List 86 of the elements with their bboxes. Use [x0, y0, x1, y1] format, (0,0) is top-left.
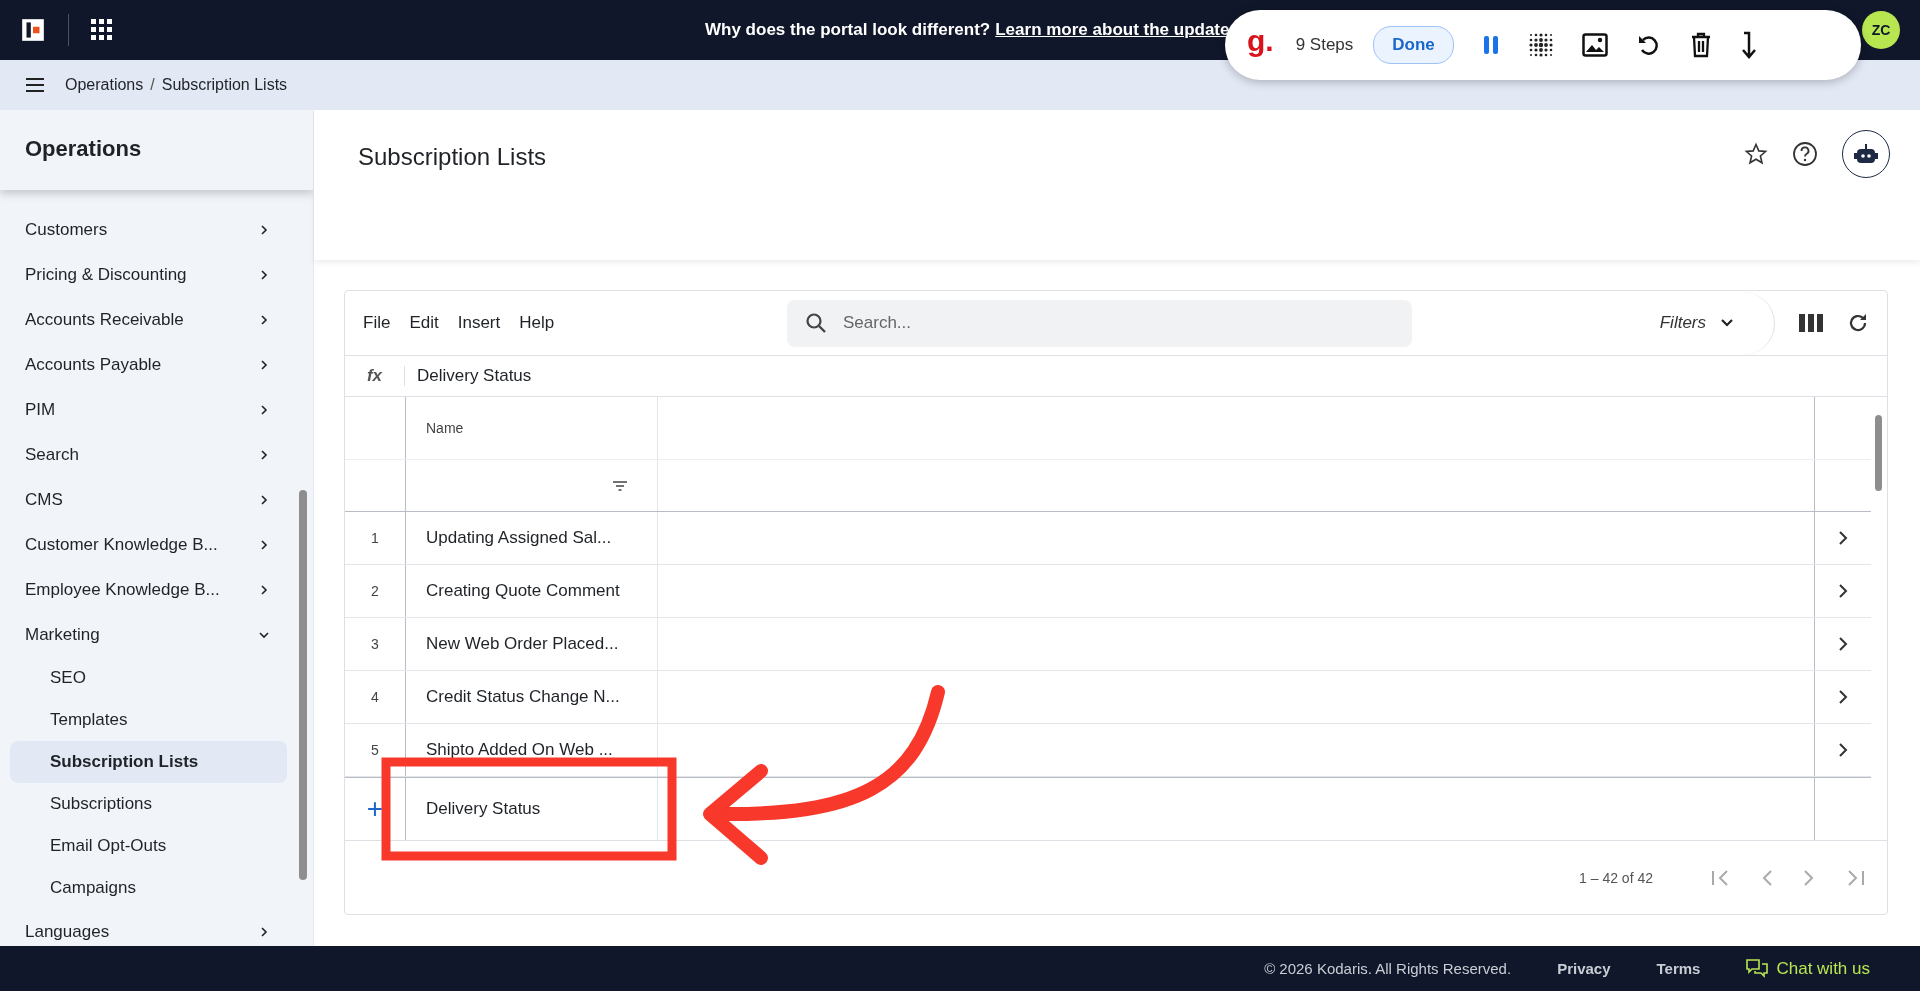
- chevron-right-icon[interactable]: [1838, 742, 1848, 758]
- menu-icon[interactable]: [26, 78, 44, 92]
- sidebar-subitem[interactable]: SEO: [10, 657, 287, 699]
- sidebar-subitem[interactable]: Subscriptions: [10, 783, 287, 825]
- chevron-icon: [258, 268, 270, 281]
- pagination-range: 1 – 42 of 42: [1579, 869, 1653, 886]
- sidebar-item[interactable]: Customer Knowledge B...: [0, 522, 297, 567]
- chevron-icon: [258, 223, 270, 236]
- sidebar-subitem[interactable]: Subscription Lists: [10, 741, 287, 783]
- sidebar-item[interactable]: Accounts Payable: [0, 342, 297, 387]
- table-cell: Credit Status Change N...: [426, 687, 620, 707]
- arrow-down-icon[interactable]: [1739, 31, 1758, 59]
- chevron-icon: [258, 493, 270, 506]
- sidebar-item[interactable]: Employee Knowledge B...: [0, 567, 297, 612]
- copyright-text: © 2026 Kodaris. All Rights Reserved.: [1264, 960, 1512, 977]
- chevron-icon: [258, 313, 270, 326]
- sidebar-item[interactable]: PIM: [0, 387, 297, 432]
- breadcrumb-link[interactable]: Subscription Lists: [161, 76, 288, 94]
- table-cell: Updating Assigned Sal...: [426, 528, 612, 548]
- row-number: 2: [371, 583, 379, 599]
- banner-link[interactable]: Learn more about the update: [995, 20, 1230, 40]
- menu-item[interactable]: Help: [519, 313, 555, 333]
- search-field[interactable]: Search...: [787, 299, 1412, 347]
- footer-link[interactable]: Terms: [1656, 960, 1701, 977]
- filter-icon[interactable]: [613, 480, 627, 491]
- done-button[interactable]: Done: [1373, 26, 1454, 64]
- chevron-icon: [258, 583, 270, 596]
- menu-item[interactable]: Insert: [457, 313, 501, 333]
- menu-item[interactable]: File: [363, 313, 391, 333]
- chevron-right-icon[interactable]: [1838, 583, 1848, 599]
- column-header: Name: [426, 420, 464, 436]
- chat-link[interactable]: Chat with us: [1746, 958, 1870, 979]
- sidebar-item[interactable]: Languages: [0, 909, 297, 946]
- chat-icon: [1746, 958, 1769, 979]
- table-cell: Creating Quote Comment: [426, 581, 620, 601]
- chevron-right-icon[interactable]: [1838, 636, 1848, 652]
- image-icon[interactable]: [1581, 33, 1608, 57]
- chevron-icon: [258, 403, 270, 416]
- sidebar-item[interactable]: Search: [0, 432, 297, 477]
- table-cell: Shipto Added On Web ...: [426, 740, 613, 760]
- chevron-icon: [258, 925, 270, 938]
- pause-icon[interactable]: [1481, 35, 1500, 55]
- filters-dropdown[interactable]: Filters: [1659, 291, 1775, 355]
- sidebar-item[interactable]: Accounts Receivable: [0, 297, 297, 342]
- chevron-down-icon: [1720, 318, 1734, 328]
- steps-count: 9 Steps: [1295, 35, 1354, 55]
- recorder-logo: g.: [1247, 24, 1274, 58]
- row-number: 4: [371, 689, 379, 705]
- sidebar-subitem[interactable]: Campaigns: [10, 867, 287, 909]
- sidebar-subitem[interactable]: Email Opt-Outs: [10, 825, 287, 867]
- sidebar-item[interactable]: CMS: [0, 477, 297, 522]
- sidebar-item[interactable]: Pricing & Discounting: [0, 252, 297, 297]
- sidebar-title: Operations: [0, 110, 313, 190]
- user-avatar[interactable]: ZC: [1862, 11, 1900, 49]
- page-title: Subscription Lists: [358, 143, 547, 171]
- trash-icon[interactable]: [1689, 32, 1712, 58]
- row-number: 1: [371, 530, 379, 546]
- row-number: 5: [371, 742, 379, 758]
- chevron-icon: [258, 538, 270, 551]
- sidebar-subitem[interactable]: Templates: [10, 699, 287, 741]
- table-cell: New Web Order Placed...: [426, 634, 619, 654]
- chevron-icon: [258, 358, 270, 371]
- table-cell: Delivery Status: [426, 799, 541, 819]
- formula-label: fx: [345, 366, 405, 386]
- logo-icon[interactable]: [20, 17, 46, 43]
- row-number: 3: [371, 636, 379, 652]
- search-icon: [805, 311, 827, 334]
- columns-icon[interactable]: [1799, 313, 1823, 333]
- apps-grid-icon[interactable]: [91, 19, 113, 41]
- star-icon[interactable]: [1744, 142, 1768, 166]
- breadcrumb-separator: /: [150, 76, 155, 94]
- formula-value: Delivery Status: [416, 366, 532, 386]
- chevron-right-icon[interactable]: [1838, 530, 1848, 546]
- breadcrumb-link[interactable]: Operations: [65, 76, 144, 94]
- add-row-button[interactable]: +: [366, 793, 384, 825]
- chevron-right-icon[interactable]: [1838, 689, 1848, 705]
- chevron-icon: [258, 448, 270, 461]
- robot-icon: [1854, 143, 1878, 165]
- help-icon[interactable]: [1792, 141, 1818, 167]
- blur-icon[interactable]: [1527, 32, 1554, 58]
- banner-text: Why does the portal look different?: [705, 20, 991, 40]
- menu-item[interactable]: Edit: [409, 313, 439, 333]
- sidebar-item[interactable]: Customers: [0, 207, 297, 252]
- refresh-icon[interactable]: [1847, 312, 1869, 334]
- footer-link[interactable]: Privacy: [1557, 960, 1611, 977]
- sidebar-item[interactable]: Marketing: [0, 612, 297, 657]
